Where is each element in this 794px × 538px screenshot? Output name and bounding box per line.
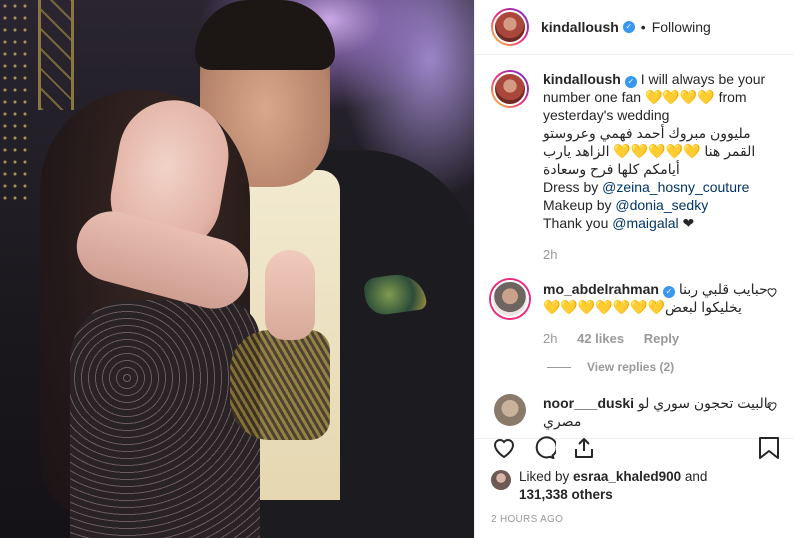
following-button[interactable]: Following: [652, 19, 711, 35]
caption-time[interactable]: 2h: [543, 247, 557, 262]
commenter-avatar[interactable]: [491, 280, 529, 318]
likes-count[interactable]: 131,338 others: [519, 487, 613, 502]
caption-dress-label: Dress by: [543, 179, 603, 195]
author-avatar[interactable]: [491, 8, 529, 46]
share-icon[interactable]: [571, 435, 597, 461]
photo-woman-hand: [265, 250, 315, 340]
verified-badge-icon: ✓: [622, 21, 635, 33]
instagram-post: kindalloush ✓ • Following kindalloush ✓ I…: [0, 0, 794, 538]
header-separator: •: [640, 19, 646, 35]
reply-button[interactable]: Reply: [644, 331, 679, 346]
comments-section[interactable]: kindalloush ✓ I will always be your numbe…: [475, 56, 794, 439]
caption-body: kindalloush ✓ I will always be your numbe…: [543, 70, 778, 264]
comment-like-heart-icon[interactable]: [766, 286, 778, 298]
verified-badge-icon: ✓: [662, 286, 675, 298]
view-replies-line: [547, 366, 571, 368]
heart-icon[interactable]: [491, 435, 517, 461]
view-replies-button[interactable]: View replies (2): [547, 360, 778, 374]
liker-avatar[interactable]: [491, 470, 511, 490]
comment-icon[interactable]: [531, 435, 557, 461]
post-timestamp[interactable]: 2 HOURS AGO: [491, 514, 563, 525]
liker-username[interactable]: esraa_khaled900: [573, 469, 681, 484]
caption-thanks: Thank you @maigalal ❤: [543, 214, 778, 232]
photo-woman-lace-dress: [70, 300, 260, 538]
comment-item: noor___duski بالبيت تحجون سوري لو مصري: [491, 394, 778, 430]
mention-link[interactable]: @maigalal: [612, 215, 678, 231]
post-header: kindalloush ✓ • Following: [475, 0, 794, 55]
bookmark-icon[interactable]: [756, 435, 782, 461]
post-side-panel: kindalloush ✓ • Following kindalloush ✓ I…: [474, 0, 794, 538]
photo-woman-glitter-sleeve: [230, 330, 330, 440]
caption-avatar[interactable]: [491, 70, 529, 108]
comment-username[interactable]: noor___duski: [543, 395, 634, 411]
comment-meta: 2h 42 likes Reply: [543, 330, 778, 348]
comment-time[interactable]: 2h: [543, 331, 557, 346]
caption-dress-credit: Dress by @zeina_hosny_couture: [543, 178, 778, 196]
likes-prefix: Liked by: [519, 469, 574, 484]
likes-and: and: [681, 469, 708, 484]
photo-lights: [0, 0, 30, 200]
comment-likes[interactable]: 42 likes: [577, 331, 624, 346]
caption-makeup-label: Makeup by: [543, 197, 616, 213]
comment-like-heart-icon[interactable]: [766, 400, 778, 412]
view-replies-label[interactable]: View replies (2): [587, 360, 674, 374]
mention-link[interactable]: @zeina_hosny_couture: [602, 179, 749, 195]
author-username[interactable]: kindalloush: [541, 19, 619, 35]
likes-summary: Liked by esraa_khaled900 and 131,338 oth…: [491, 468, 707, 504]
mention-link[interactable]: @donia_sedky: [615, 197, 708, 213]
caption-arabic-text: مليوون مبروك أحمد فهمي وعروستو القمر هنا…: [543, 125, 756, 177]
commenter-avatar[interactable]: [494, 394, 526, 426]
photo-stage-truss: [38, 0, 74, 110]
photo-man-hair: [195, 0, 335, 70]
caption-meta: 2h: [543, 246, 778, 264]
verified-badge-icon: ✓: [624, 76, 637, 88]
comment-body: noor___duski بالبيت تحجون سوري لو مصري: [543, 394, 778, 430]
heart-emoji: ❤: [678, 215, 695, 231]
comment-username[interactable]: mo_abdelrahman: [543, 281, 659, 297]
caption-username[interactable]: kindalloush: [543, 71, 621, 87]
comment-body: mo_abdelrahman ✓ حبايب قلبي ربنا يخليكوا …: [543, 280, 778, 348]
action-bar: [491, 434, 782, 462]
comment-item: mo_abdelrahman ✓ حبايب قلبي ربنا يخليكوا …: [491, 280, 778, 348]
caption-makeup-credit: Makeup by @donia_sedky: [543, 196, 778, 214]
post-photo[interactable]: [0, 0, 474, 538]
caption-thanks-label: Thank you: [543, 215, 613, 231]
caption: kindalloush ✓ I will always be your numbe…: [491, 70, 778, 264]
likes-text: Liked by esraa_khaled900 and 131,338 oth…: [519, 468, 707, 504]
